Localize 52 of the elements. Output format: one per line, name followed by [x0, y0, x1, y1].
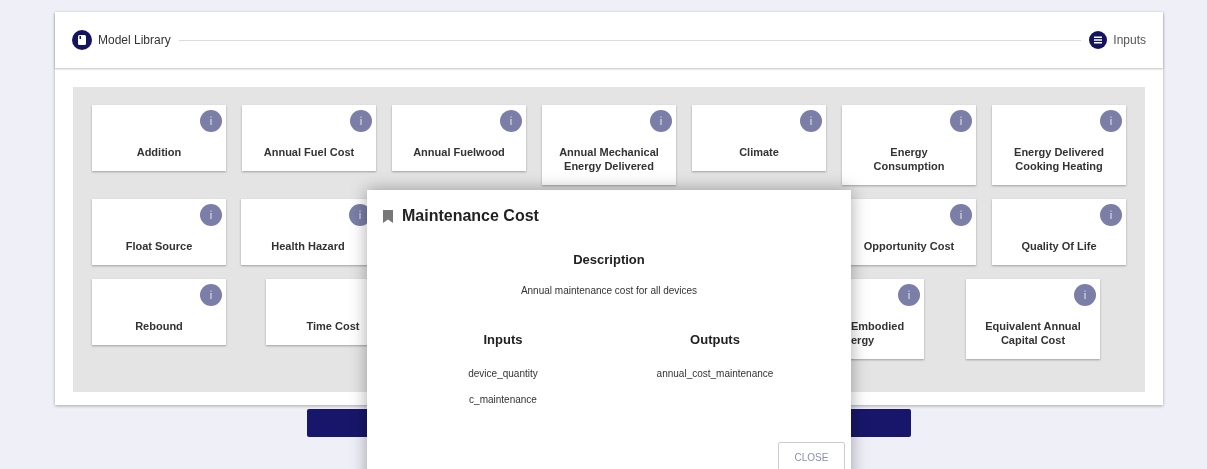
card-title: Rebound: [134, 319, 184, 333]
card-title: Equivalent Annual Capital Cost: [984, 319, 1082, 347]
model-card[interactable]: Energy Delivered Cooking Heating: [992, 105, 1126, 185]
model-card[interactable]: Annual Fuel Cost: [242, 105, 376, 171]
model-card[interactable]: Addition: [92, 105, 226, 171]
model-card[interactable]: Equivalent Annual Capital Cost: [966, 279, 1100, 359]
description-text: Annual maintenance cost for all devices: [520, 283, 698, 298]
card-title: Quality Of Life: [1020, 239, 1098, 253]
card-title: Annual Fuelwood: [412, 145, 506, 159]
list-icon[interactable]: [1089, 31, 1108, 49]
model-card[interactable]: Float Source: [92, 199, 226, 265]
card-title: Energy Consumption: [872, 145, 946, 173]
model-card[interactable]: Annual Fuelwood: [392, 105, 526, 171]
info-icon[interactable]: [200, 110, 222, 132]
model-card[interactable]: Energy Consumption: [842, 105, 976, 185]
card-title: Energy Delivered Cooking Heating: [1013, 145, 1105, 173]
card-title: Addition: [135, 145, 183, 159]
info-icon[interactable]: [200, 204, 222, 226]
inputs-label[interactable]: Inputs: [1113, 31, 1146, 49]
variable-name: device_quantity: [468, 367, 538, 381]
card-title: Time Cost: [305, 319, 361, 333]
model-library-label: Model Library: [98, 32, 171, 49]
dialog-title: Maintenance Cost: [402, 206, 539, 226]
info-icon[interactable]: [1100, 204, 1122, 226]
variable-name: annual_cost_maintenance: [656, 367, 774, 381]
model-card[interactable]: Rebound: [92, 279, 226, 345]
info-icon[interactable]: [950, 110, 972, 132]
info-icon[interactable]: [500, 110, 522, 132]
book-icon[interactable]: [72, 30, 92, 50]
description-heading: Description: [573, 251, 645, 269]
card-title: Opportunity Cost: [862, 239, 956, 253]
info-icon[interactable]: [200, 284, 222, 306]
variable-name: c_maintenance: [469, 393, 537, 407]
info-icon[interactable]: [950, 204, 972, 226]
info-icon[interactable]: [1074, 284, 1096, 306]
model-card[interactable]: Climate: [692, 105, 826, 171]
card-title: Health Hazard: [270, 239, 346, 253]
model-card[interactable]: Quality Of Life: [992, 199, 1126, 265]
bookmark-icon: [383, 209, 393, 223]
info-icon[interactable]: [1100, 110, 1122, 132]
card-title: Float Source: [124, 239, 194, 253]
card-title: Annual Fuel Cost: [262, 145, 356, 159]
card-title: Annual Mechanical Energy Delivered: [558, 145, 660, 173]
info-icon[interactable]: [800, 110, 822, 132]
info-icon[interactable]: [898, 284, 920, 306]
info-icon[interactable]: [650, 110, 672, 132]
outputs-heading: Outputs: [690, 330, 740, 349]
card-title: Embodied ergy: [850, 319, 906, 347]
card-title: Climate: [738, 145, 780, 159]
info-icon[interactable]: [350, 110, 372, 132]
model-card[interactable]: Annual Mechanical Energy Delivered: [542, 105, 676, 185]
inputs-heading: Inputs: [483, 330, 523, 349]
